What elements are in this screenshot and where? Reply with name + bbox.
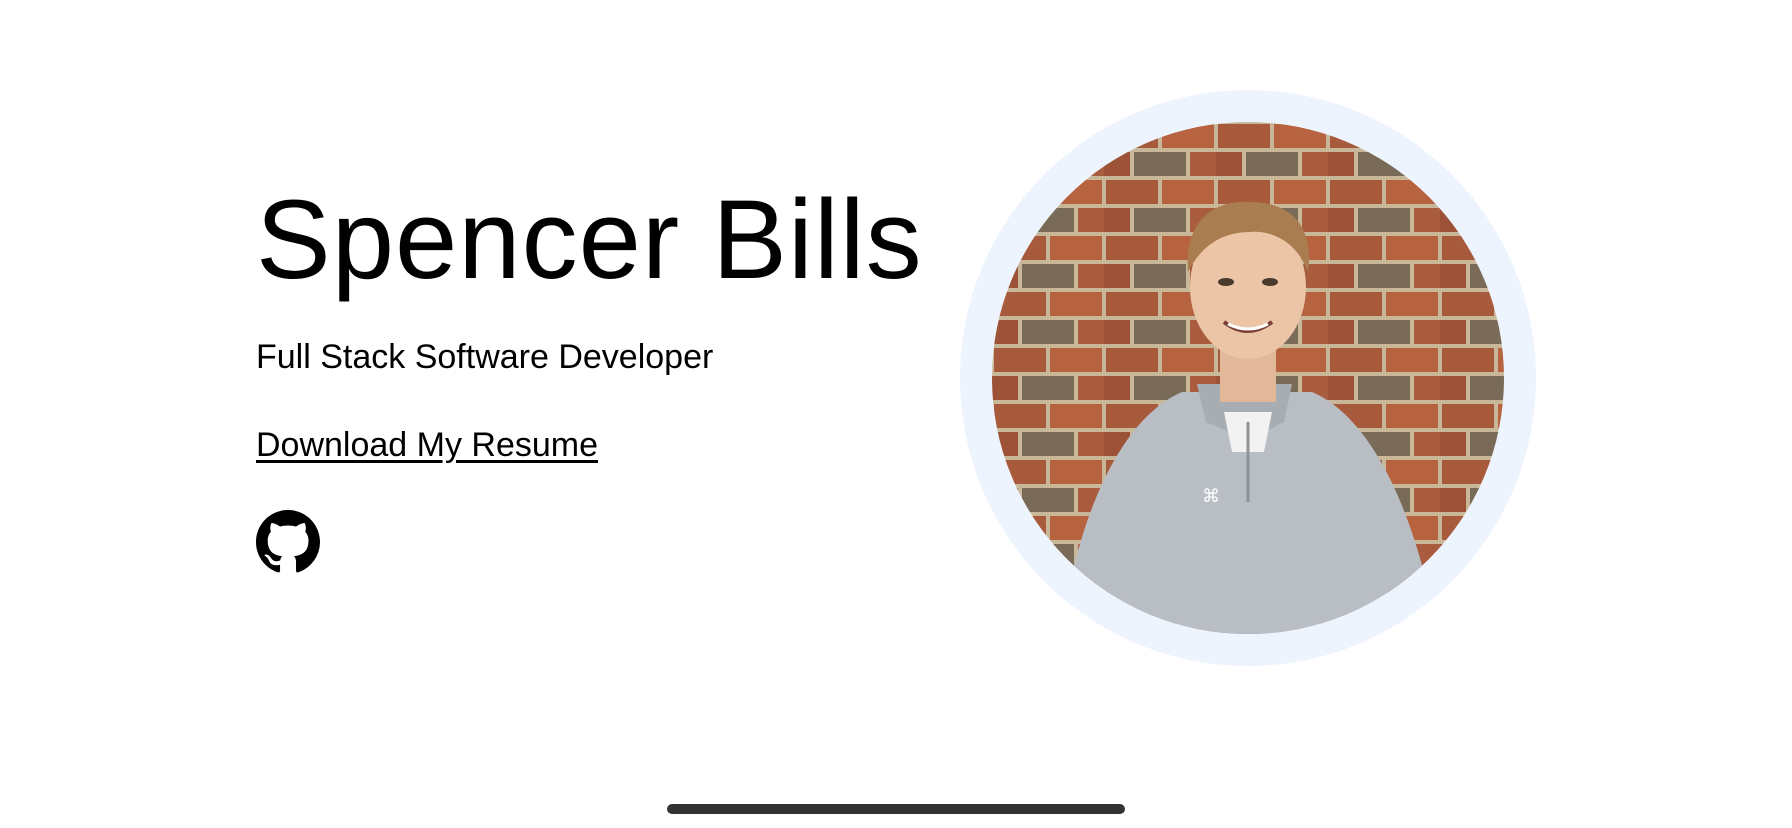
home-indicator [667, 804, 1125, 814]
shirt-logo: ⌘ [1202, 486, 1220, 507]
hero-subtitle: Full Stack Software Developer [256, 338, 714, 376]
github-icon [256, 510, 320, 573]
hero-name: Spencer Bills [256, 177, 923, 302]
download-resume-link[interactable]: Download My Resume [256, 424, 598, 466]
github-link[interactable] [256, 510, 320, 574]
social-links [256, 510, 896, 574]
profile-photo-ring: ⌘ [960, 90, 1536, 666]
hero-intro: Spencer Bills Full Stack Software Develo… [256, 177, 923, 574]
page: Spencer Bills Full Stack Software Develo… [0, 0, 1792, 828]
profile-photo: ⌘ [992, 122, 1504, 634]
profile-photo-illustration: ⌘ [992, 122, 1504, 634]
